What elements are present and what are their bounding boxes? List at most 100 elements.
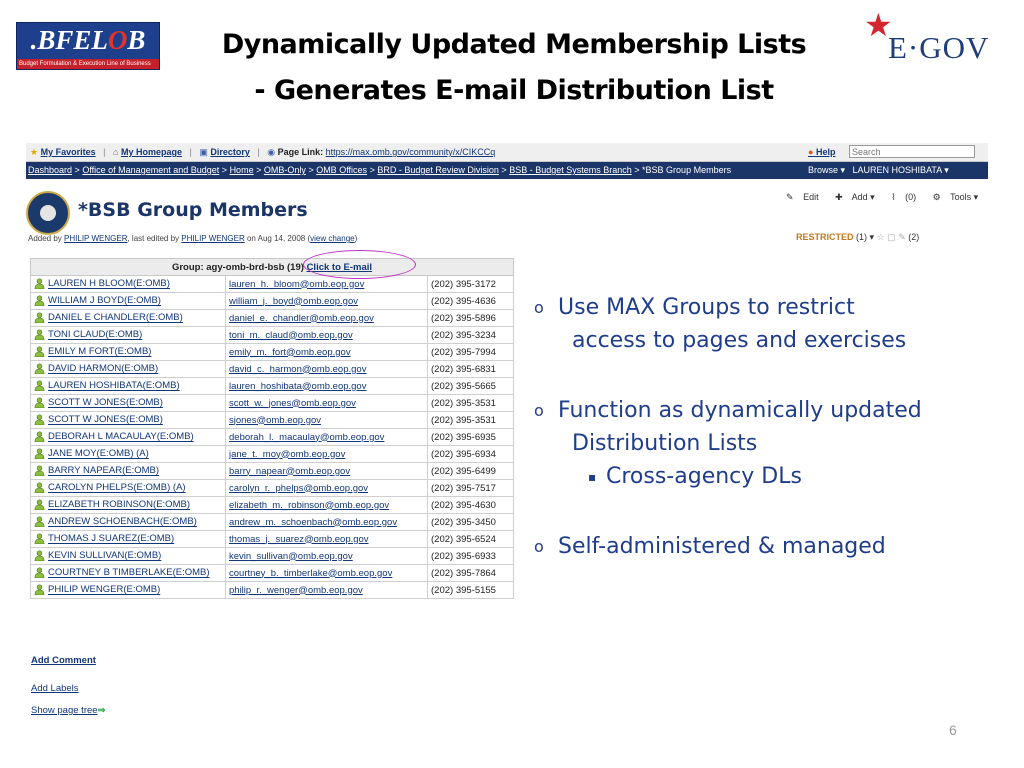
member-name-link[interactable]: BARRY NAPEAR(E:OMB)	[48, 466, 159, 477]
member-email-cell: jane_t._moy@omb.eop.gov	[225, 445, 428, 463]
help-link[interactable]: ● Help	[808, 147, 835, 157]
user-icon	[34, 499, 45, 511]
user-icon	[34, 414, 45, 426]
member-email-link[interactable]: sjones@omb.eop.gov	[229, 415, 321, 426]
table-row: ELIZABETH ROBINSON(E:OMB) elizabeth_m._ro…	[30, 496, 514, 514]
member-email-link[interactable]: elizabeth_m._robinson@omb.eop.gov	[229, 500, 389, 511]
search-input[interactable]	[849, 145, 975, 158]
user-icon	[34, 278, 45, 290]
member-phone: (202) 395-6831	[427, 360, 514, 378]
member-phone: (202) 395-6935	[427, 428, 514, 446]
member-email-link[interactable]: andrew_m._schoenbach@omb.eop.gov	[229, 517, 397, 528]
added-by-link[interactable]: PHILIP WENGER	[64, 234, 127, 243]
show-page-tree-link[interactable]: Show page tree	[31, 705, 98, 716]
member-email-link[interactable]: carolyn_r._phelps@omb.eop.gov	[229, 483, 368, 494]
member-name-link[interactable]: DANIEL E CHANDLER(E:OMB)	[48, 313, 183, 324]
book-icon: ▣	[199, 147, 208, 157]
member-name-link[interactable]: JANE MOY(E:OMB) (A)	[48, 449, 149, 460]
member-email-cell: lauren_hoshibata@omb.eop.gov	[225, 377, 428, 395]
breadcrumb-current: *BSB Group Members	[642, 165, 732, 175]
member-email-link[interactable]: daniel_e._chandler@omb.eop.gov	[229, 313, 374, 324]
member-email-link[interactable]: david_c._harmon@omb.eop.gov	[229, 364, 366, 375]
member-name-link[interactable]: DAVID HARMON(E:OMB)	[48, 364, 158, 375]
member-name-link[interactable]: KEVIN SULLIVAN(E:OMB)	[48, 551, 161, 562]
member-email-link[interactable]: jane_t._moy@omb.eop.gov	[229, 449, 345, 460]
comment-icon[interactable]: ✎	[898, 232, 906, 242]
member-email-cell: scott_w._jones@omb.eop.gov	[225, 394, 428, 412]
breadcrumb-omb[interactable]: Office of Management and Budget	[82, 165, 219, 175]
page-actions: ✎ Edit ✚ Add ▾ ⌇ (0) ⚙ Tools ▾	[786, 192, 992, 203]
user-icon	[34, 295, 45, 307]
member-email-link[interactable]: philip_r._wenger@omb.eop.gov	[229, 585, 363, 596]
breadcrumb-omb-only[interactable]: OMB-Only	[264, 165, 306, 175]
favourite-star-icon[interactable]: ☆	[877, 232, 885, 242]
table-row: SCOTT W JONES(E:OMB) sjones@omb.eop.gov (2…	[30, 411, 514, 429]
tools-button[interactable]: ⚙ Tools ▾	[933, 192, 985, 202]
paperclip-icon: ⌇	[891, 192, 896, 202]
breadcrumb-dashboard[interactable]: Dashboard	[28, 165, 72, 175]
member-name-link[interactable]: WILLIAM J BOYD(E:OMB)	[48, 296, 161, 307]
member-email-cell: daniel_e._chandler@omb.eop.gov	[225, 309, 428, 327]
member-name-link[interactable]: THOMAS J SUAREZ(E:OMB)	[48, 534, 174, 545]
directory-link[interactable]: Directory	[210, 147, 250, 157]
member-name-link[interactable]: DEBORAH L MACAULAY(E:OMB)	[48, 432, 194, 443]
member-name-link[interactable]: LAUREN HOSHIBATA(E:OMB)	[48, 381, 180, 392]
arrow-icon: ⇒	[97, 705, 106, 716]
bfelob-logo: .BFELOB Budget Formulation & Execution L…	[16, 22, 160, 70]
member-name-link[interactable]: LAUREN H BLOOM(E:OMB)	[48, 279, 170, 290]
member-name-link[interactable]: ELIZABETH ROBINSON(E:OMB)	[48, 500, 190, 511]
browse-menu[interactable]: Browse ▾	[808, 165, 845, 175]
member-name-cell: ANDREW SCHOENBACH(E:OMB)	[30, 513, 226, 531]
add-comment-link[interactable]: Add Comment	[31, 655, 96, 666]
watch-icon[interactable]: ▢	[887, 232, 896, 242]
member-email-link[interactable]: toni_m._claud@omb.eop.gov	[229, 330, 353, 341]
member-email-link[interactable]: courtney_b._timberlake@omb.eop.gov	[229, 568, 392, 579]
member-name-link[interactable]: EMILY M FORT(E:OMB)	[48, 347, 151, 358]
breadcrumb-home[interactable]: Home	[230, 165, 254, 175]
member-name-link[interactable]: TONI CLAUD(E:OMB)	[48, 330, 142, 341]
member-name-link[interactable]: CAROLYN PHELPS(E:OMB) (A)	[48, 483, 186, 494]
table-row: CAROLYN PHELPS(E:OMB) (A) carolyn_r._phel…	[30, 479, 514, 497]
member-name-link[interactable]: SCOTT W JONES(E:OMB)	[48, 415, 163, 426]
edited-by-link[interactable]: PHILIP WENGER	[181, 234, 244, 243]
member-name-cell: DAVID HARMON(E:OMB)	[30, 360, 226, 378]
breadcrumb-bsb[interactable]: BSB - Budget Systems Branch	[509, 165, 632, 175]
member-email-cell: barry_napear@omb.eop.gov	[225, 462, 428, 480]
member-email-cell: kevin_sullivan@omb.eop.gov	[225, 547, 428, 565]
member-email-link[interactable]: william_j._boyd@omb.eop.gov	[229, 296, 358, 307]
member-name-cell: JANE MOY(E:OMB) (A)	[30, 445, 226, 463]
member-name-link[interactable]: COURTNEY B TIMBERLAKE(E:OMB)	[48, 568, 210, 579]
bullet-2: o Function as dynamically updated Distrib…	[534, 398, 922, 456]
add-labels-link[interactable]: Add Labels	[31, 683, 79, 694]
member-phone: (202) 395-5665	[427, 377, 514, 395]
user-menu[interactable]: LAUREN HOSHIBATA ▾	[853, 165, 949, 175]
breadcrumb-omb-offices[interactable]: OMB Offices	[316, 165, 367, 175]
member-name-link[interactable]: SCOTT W JONES(E:OMB)	[48, 398, 163, 409]
view-change-link[interactable]: view change	[310, 234, 354, 243]
member-name-link[interactable]: PHILIP WENGER(E:OMB)	[48, 585, 160, 596]
member-email-link[interactable]: scott_w._jones@omb.eop.gov	[229, 398, 356, 409]
member-email-link[interactable]: emily_m._fort@omb.eop.gov	[229, 347, 351, 358]
member-email-link[interactable]: lauren_h._bloom@omb.eop.gov	[229, 279, 364, 290]
member-email-link[interactable]: thomas_j._suarez@omb.eop.gov	[229, 534, 369, 545]
add-button[interactable]: ✚ Add ▾	[835, 192, 882, 202]
member-email-link[interactable]: lauren_hoshibata@omb.eop.gov	[229, 381, 366, 392]
egov-logo: ★ E·GOV	[864, 7, 990, 65]
member-email-cell: david_c._harmon@omb.eop.gov	[225, 360, 428, 378]
link-icon: ◉	[267, 147, 276, 157]
page-link-url[interactable]: https://max.omb.gov/community/x/CIKCCq	[326, 147, 496, 157]
member-name-link[interactable]: ANDREW SCHOENBACH(E:OMB)	[48, 517, 197, 528]
member-phone: (202) 395-4636	[427, 292, 514, 310]
restricted-label[interactable]: RESTRICTED	[796, 232, 854, 242]
breadcrumb-brd[interactable]: BRD - Budget Review Division	[377, 165, 499, 175]
edit-button[interactable]: ✎ Edit	[786, 192, 826, 202]
attachments-button[interactable]: ⌇ (0)	[891, 192, 923, 202]
member-email-link[interactable]: barry_napear@omb.eop.gov	[229, 466, 350, 477]
table-row: DAVID HARMON(E:OMB) david_c._harmon@omb.e…	[30, 360, 514, 378]
member-email-link[interactable]: deborah_l._macaulay@omb.eop.gov	[229, 432, 384, 443]
member-name-cell: TONI CLAUD(E:OMB)	[30, 326, 226, 344]
my-homepage-link[interactable]: My Homepage	[121, 147, 182, 157]
member-name-cell: SCOTT W JONES(E:OMB)	[30, 411, 226, 429]
my-favorites-link[interactable]: My Favorites	[41, 147, 96, 157]
member-email-link[interactable]: kevin_sullivan@omb.eop.gov	[229, 551, 353, 562]
